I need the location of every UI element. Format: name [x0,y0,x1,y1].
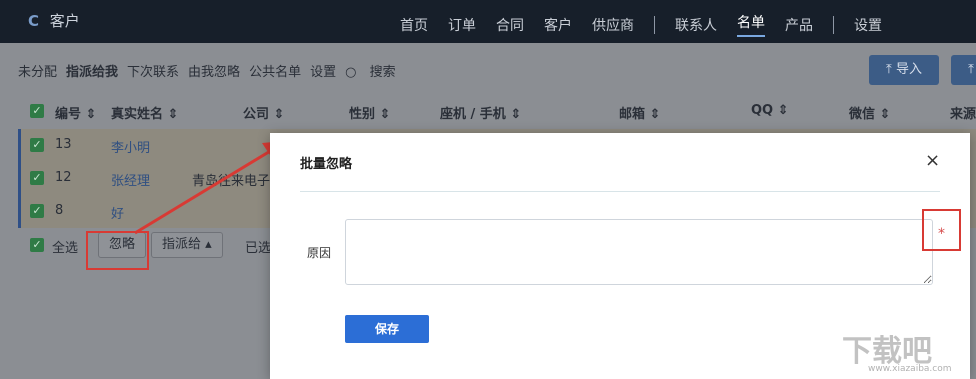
dialog-title: 批量忽略 [300,157,353,172]
save-button[interactable]: 保存 [345,315,429,343]
dialog-divider [300,191,940,192]
reason-label: 原因 [307,246,332,260]
required-asterisk: * [938,226,945,242]
close-icon[interactable]: × [925,150,940,171]
reason-textarea[interactable] [345,219,933,285]
watermark-url: www.xiazaiba.com [868,364,952,374]
